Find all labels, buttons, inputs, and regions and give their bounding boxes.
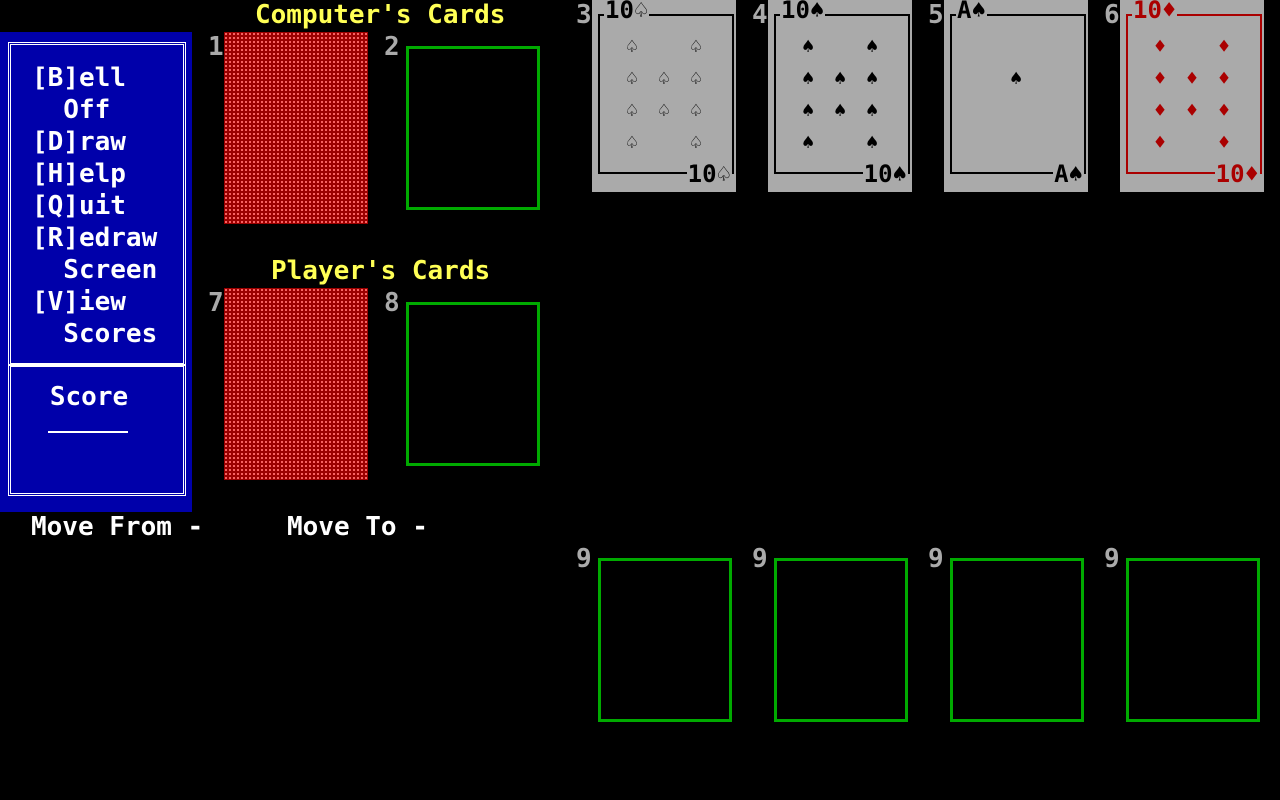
player-cards-heading: Player's Cards	[271, 256, 491, 286]
computer-cards-heading: Computer's Cards	[255, 0, 506, 30]
diamond-pip-icon: ♦	[1153, 66, 1167, 90]
card-rank-bottom: A♠	[1053, 160, 1084, 188]
menu-item-help[interactable]: [H]elp	[32, 158, 126, 190]
diamond-pip-icon: ♦	[1185, 98, 1199, 122]
spade-outline-pip-icon: ♤	[689, 66, 703, 90]
spade-outline-pip-icon: ♤	[625, 66, 639, 90]
menu-panel: [B]ell Off [D]raw [H]elp [Q]uit [R]edraw…	[0, 32, 192, 512]
card-rank-top: 10♠	[780, 0, 826, 24]
pile-number-9: 9	[752, 544, 768, 574]
spade-outline-pip-icon: ♤	[689, 98, 703, 122]
card-rank-top: A♠	[956, 0, 987, 24]
card-pile-4[interactable]: 10♠ 10♠ ♠ ♠ ♠ ♠ ♠ ♠ ♠ ♠ ♠ ♠	[768, 0, 912, 192]
move-to-label: Move To -	[287, 512, 428, 542]
diamond-pip-icon: ♦	[1153, 130, 1167, 154]
pile-number-3: 3	[576, 0, 592, 30]
spade-pip-icon: ♠	[833, 66, 847, 90]
card-rank-bottom: 10♤	[686, 160, 732, 188]
menu-item-view-scores[interactable]: Scores	[32, 318, 157, 350]
menu-item-bell[interactable]: [B]ell	[32, 62, 126, 94]
player-pile-slot[interactable]	[406, 302, 540, 466]
foundation-slot-3[interactable]	[950, 558, 1084, 722]
card-rank-top: 10♦	[1132, 0, 1178, 24]
spade-outline-pip-icon: ♤	[625, 34, 639, 58]
menu-item-redraw[interactable]: [R]edraw	[32, 222, 157, 254]
spade-pip-icon: ♠	[1009, 66, 1023, 90]
card-pile-6[interactable]: 10♦ 10♦ ♦ ♦ ♦ ♦ ♦ ♦ ♦ ♦ ♦ ♦	[1120, 0, 1264, 192]
card-pile-5[interactable]: A♠ A♠ ♠	[944, 0, 1088, 192]
foundation-slot-2[interactable]	[774, 558, 908, 722]
spade-pip-icon: ♠	[865, 34, 879, 58]
spade-outline-pip-icon: ♤	[689, 130, 703, 154]
pile-number-9: 9	[928, 544, 944, 574]
pile-number-9: 9	[1104, 544, 1120, 574]
pile-number-8: 8	[384, 288, 400, 318]
spade-outline-pip-icon: ♤	[657, 66, 671, 90]
menu-item-draw[interactable]: [D]raw	[32, 126, 126, 158]
diamond-pip-icon: ♦	[1185, 66, 1199, 90]
diamond-pip-icon: ♦	[1217, 98, 1231, 122]
card-border	[950, 14, 1086, 174]
diamond-pip-icon: ♦	[1217, 66, 1231, 90]
spade-outline-pip-icon: ♤	[689, 34, 703, 58]
card-pile-3[interactable]: 10♤ 10♤ ♤ ♤ ♤ ♤ ♤ ♤ ♤ ♤ ♤ ♤	[592, 0, 736, 192]
score-label: Score	[49, 382, 129, 412]
spade-outline-pip-icon: ♤	[625, 130, 639, 154]
card-border	[774, 14, 910, 174]
diamond-pip-icon: ♦	[1217, 130, 1231, 154]
computer-deck[interactable]	[224, 32, 368, 224]
score-underline	[48, 431, 128, 433]
spade-pip-icon: ♠	[865, 66, 879, 90]
pile-number-1: 1	[208, 32, 224, 62]
foundation-slot-4[interactable]	[1126, 558, 1260, 722]
pile-number-9: 9	[576, 544, 592, 574]
menu-item-view[interactable]: [V]iew	[32, 286, 126, 318]
spade-pip-icon: ♠	[833, 98, 847, 122]
pile-number-5: 5	[928, 0, 944, 30]
spade-pip-icon: ♠	[801, 98, 815, 122]
card-border	[598, 14, 734, 174]
spade-pip-icon: ♠	[801, 66, 815, 90]
pile-number-4: 4	[752, 0, 768, 30]
spade-pip-icon: ♠	[865, 98, 879, 122]
computer-pile-slot[interactable]	[406, 46, 540, 210]
move-from-label: Move From -	[31, 512, 204, 542]
foundation-slot-1[interactable]	[598, 558, 732, 722]
card-rank-bottom: 10♠	[862, 160, 908, 188]
spade-pip-icon: ♠	[801, 34, 815, 58]
player-deck[interactable]	[224, 288, 368, 480]
card-rank-bottom: 10♦	[1214, 160, 1260, 188]
diamond-pip-icon: ♦	[1153, 34, 1167, 58]
menu-item-redraw-screen[interactable]: Screen	[32, 254, 157, 286]
spade-outline-pip-icon: ♤	[657, 98, 671, 122]
pile-number-2: 2	[384, 32, 400, 62]
diamond-pip-icon: ♦	[1153, 98, 1167, 122]
spade-outline-pip-icon: ♤	[625, 98, 639, 122]
spade-pip-icon: ♠	[865, 130, 879, 154]
pile-number-7: 7	[208, 288, 224, 318]
card-border	[1126, 14, 1262, 174]
spade-pip-icon: ♠	[801, 130, 815, 154]
pile-number-6: 6	[1104, 0, 1120, 30]
menu-item-bell-off[interactable]: Off	[32, 94, 110, 126]
card-rank-top: 10♤	[604, 0, 650, 24]
diamond-pip-icon: ♦	[1217, 34, 1231, 58]
menu-item-quit[interactable]: [Q]uit	[32, 190, 126, 222]
